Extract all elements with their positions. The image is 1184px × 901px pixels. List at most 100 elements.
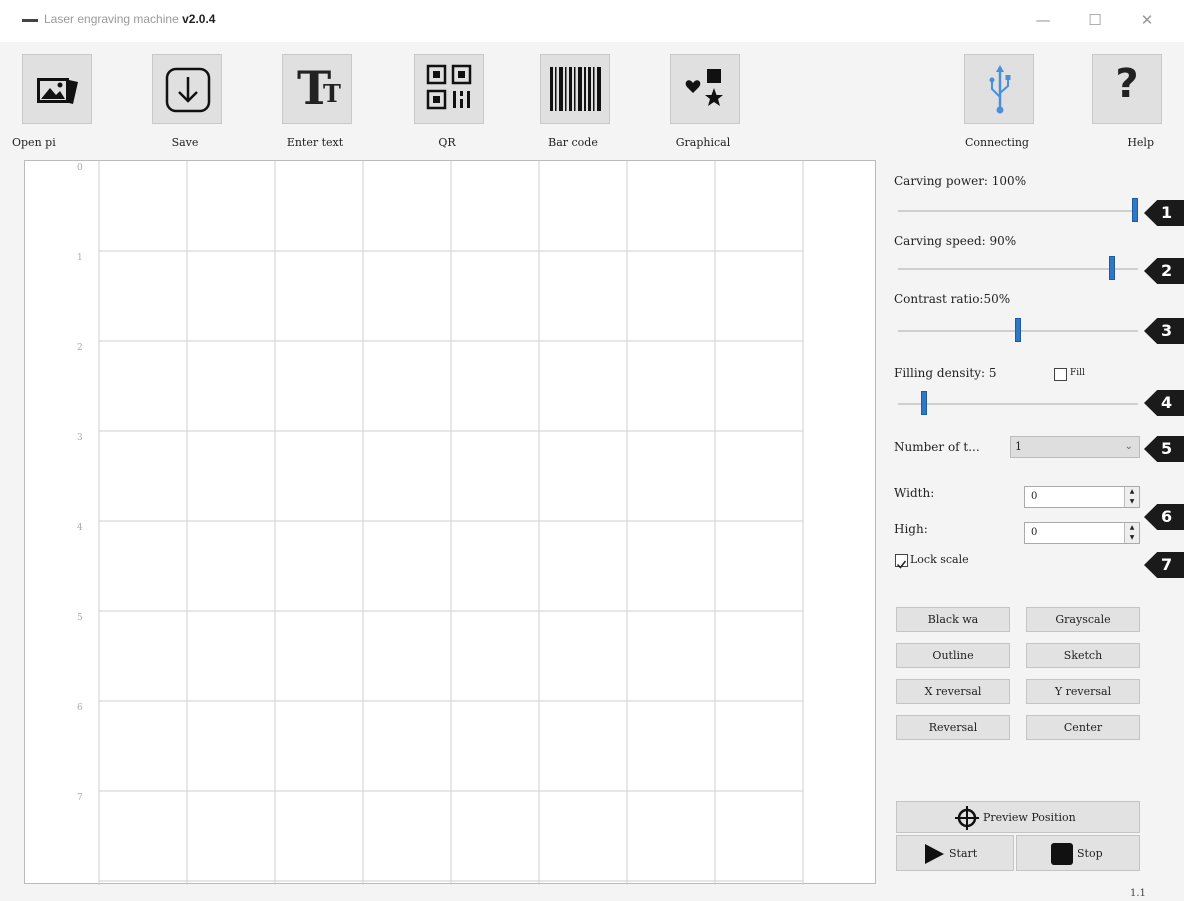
stop-icon — [1051, 843, 1073, 865]
window-version: v2.0.4 — [182, 12, 216, 26]
chevron-down-icon: ⌄ — [1124, 441, 1133, 452]
height-input[interactable]: 0 ▲ ▼ — [1024, 522, 1140, 544]
ruler-number: 2 — [77, 343, 83, 353]
ruler-number: 1 — [77, 253, 83, 263]
barcode-label: Bar code — [548, 136, 598, 149]
settings-panel: Carving power: 100% 1 Carving speed: 90%… — [884, 160, 1184, 901]
ruler-number: 6 — [77, 703, 83, 713]
help-question-mark: ? — [1115, 61, 1139, 107]
app-icon — [22, 19, 38, 22]
open-picture-label: Open pi — [12, 136, 56, 149]
save-label: Save — [171, 136, 199, 149]
connecting-label: Connecting — [965, 136, 1029, 149]
contrast-ratio-slider[interactable] — [898, 318, 1138, 342]
step-marker-3: 3 — [1144, 318, 1184, 344]
text-icon-small-t: T — [323, 79, 341, 108]
help-label: Help — [1127, 136, 1154, 149]
usb-icon — [964, 54, 1034, 124]
step-marker-4: 4 — [1144, 390, 1184, 416]
filling-density-slider[interactable] — [898, 391, 1138, 415]
fill-checkbox[interactable] — [1054, 368, 1067, 381]
ruler-number: 5 — [77, 613, 83, 623]
ruler-number: 4 — [77, 523, 83, 533]
check-icon — [896, 560, 907, 569]
connecting-button[interactable]: Connecting — [952, 54, 1042, 154]
preview-position-button[interactable]: Preview Position — [896, 801, 1140, 833]
qr-button[interactable]: QR — [402, 54, 492, 154]
step-marker-5: 5 — [1144, 436, 1184, 462]
filling-density-label: Filling density: 5 — [894, 366, 997, 380]
carving-speed-thumb[interactable] — [1109, 256, 1115, 280]
engraving-canvas[interactable]: 0 1 2 3 4 5 6 7 — [24, 160, 876, 885]
carving-power-slider[interactable] — [898, 198, 1138, 222]
carving-power-thumb[interactable] — [1132, 198, 1138, 222]
ruler-number: 0 — [77, 163, 83, 173]
barcode-icon — [540, 54, 610, 124]
graphical-button[interactable]: Graphical — [658, 54, 748, 154]
number-of-times-label: Number of t... — [894, 440, 980, 454]
maximize-button[interactable]: ☐ — [1080, 8, 1110, 32]
play-icon — [925, 844, 944, 864]
title-bar: Laser engraving machine v2.0.4 — ☐ ✕ — [0, 0, 1184, 42]
y-reversal-button[interactable]: Y reversal — [1026, 679, 1140, 704]
sketch-button[interactable]: Sketch — [1026, 643, 1140, 668]
center-button[interactable]: Center — [1026, 715, 1140, 740]
contrast-ratio-label: Contrast ratio:50% — [894, 292, 1011, 306]
width-value: 0 — [1031, 491, 1038, 502]
start-label: Start — [949, 847, 978, 860]
stop-button[interactable]: Stop — [1016, 835, 1140, 871]
outline-button[interactable]: Outline — [896, 643, 1010, 668]
stop-label: Stop — [1077, 847, 1103, 860]
qr-code-icon — [414, 54, 484, 124]
step-marker-7: 7 — [1144, 552, 1184, 578]
x-reversal-button[interactable]: X reversal — [896, 679, 1010, 704]
save-button[interactable]: Save — [140, 54, 230, 154]
open-picture-icon — [22, 54, 92, 124]
crosshair-icon — [955, 806, 979, 830]
help-button[interactable]: ? Help — [1080, 54, 1170, 154]
number-of-times-select[interactable]: 1 ⌄ — [1010, 436, 1140, 458]
start-button[interactable]: Start — [896, 835, 1014, 871]
ruler-number: 3 — [77, 433, 83, 443]
width-input[interactable]: 0 ▲ ▼ — [1024, 486, 1140, 508]
save-download-icon — [152, 54, 222, 124]
toolbar: Open pi Save T T Enter text QR Bar code … — [0, 42, 1184, 158]
open-picture-button[interactable]: Open pi — [10, 54, 100, 154]
help-icon: ? — [1092, 54, 1162, 124]
window-title-text: Laser engraving machine — [44, 12, 179, 26]
canvas-grid — [98, 161, 804, 885]
carving-speed-slider[interactable] — [898, 256, 1138, 280]
grayscale-button[interactable]: Grayscale — [1026, 607, 1140, 632]
preview-position-label: Preview Position — [983, 811, 1076, 824]
step-marker-6: 6 — [1144, 504, 1184, 530]
height-label: High: — [894, 522, 928, 536]
minimize-button[interactable]: — — [1028, 8, 1058, 32]
enter-text-button[interactable]: T T Enter text — [270, 54, 360, 154]
barcode-button[interactable]: Bar code — [528, 54, 618, 154]
height-value: 0 — [1031, 527, 1038, 538]
status-corner-text: 1.1 — [1130, 888, 1146, 899]
black-white-button[interactable]: Black wa — [896, 607, 1010, 632]
carving-power-label: Carving power: 100% — [894, 174, 1027, 188]
contrast-ratio-thumb[interactable] — [1015, 318, 1021, 342]
reversal-button[interactable]: Reversal — [896, 715, 1010, 740]
enter-text-label: Enter text — [286, 136, 344, 149]
height-stepper[interactable]: ▲ ▼ — [1124, 523, 1139, 543]
lock-scale-label: Lock scale — [910, 553, 969, 566]
graphical-label: Graphical — [675, 136, 731, 149]
carving-speed-label: Carving speed: 90% — [894, 234, 1017, 248]
step-marker-1: 1 — [1144, 200, 1184, 226]
qr-label: QR — [438, 136, 456, 149]
step-marker-2: 2 — [1144, 258, 1184, 284]
window-title: Laser engraving machine v2.0.4 — [44, 12, 215, 26]
lock-scale-checkbox[interactable] — [895, 554, 908, 569]
shapes-icon — [670, 54, 740, 124]
fill-label: Fill — [1070, 368, 1085, 378]
width-label: Width: — [894, 486, 935, 500]
close-button[interactable]: ✕ — [1132, 8, 1162, 32]
text-icon: T T — [282, 54, 352, 124]
width-stepper[interactable]: ▲ ▼ — [1124, 487, 1139, 507]
number-of-times-value: 1 — [1015, 440, 1022, 453]
ruler-number: 7 — [77, 793, 83, 803]
filling-density-thumb[interactable] — [921, 391, 927, 415]
